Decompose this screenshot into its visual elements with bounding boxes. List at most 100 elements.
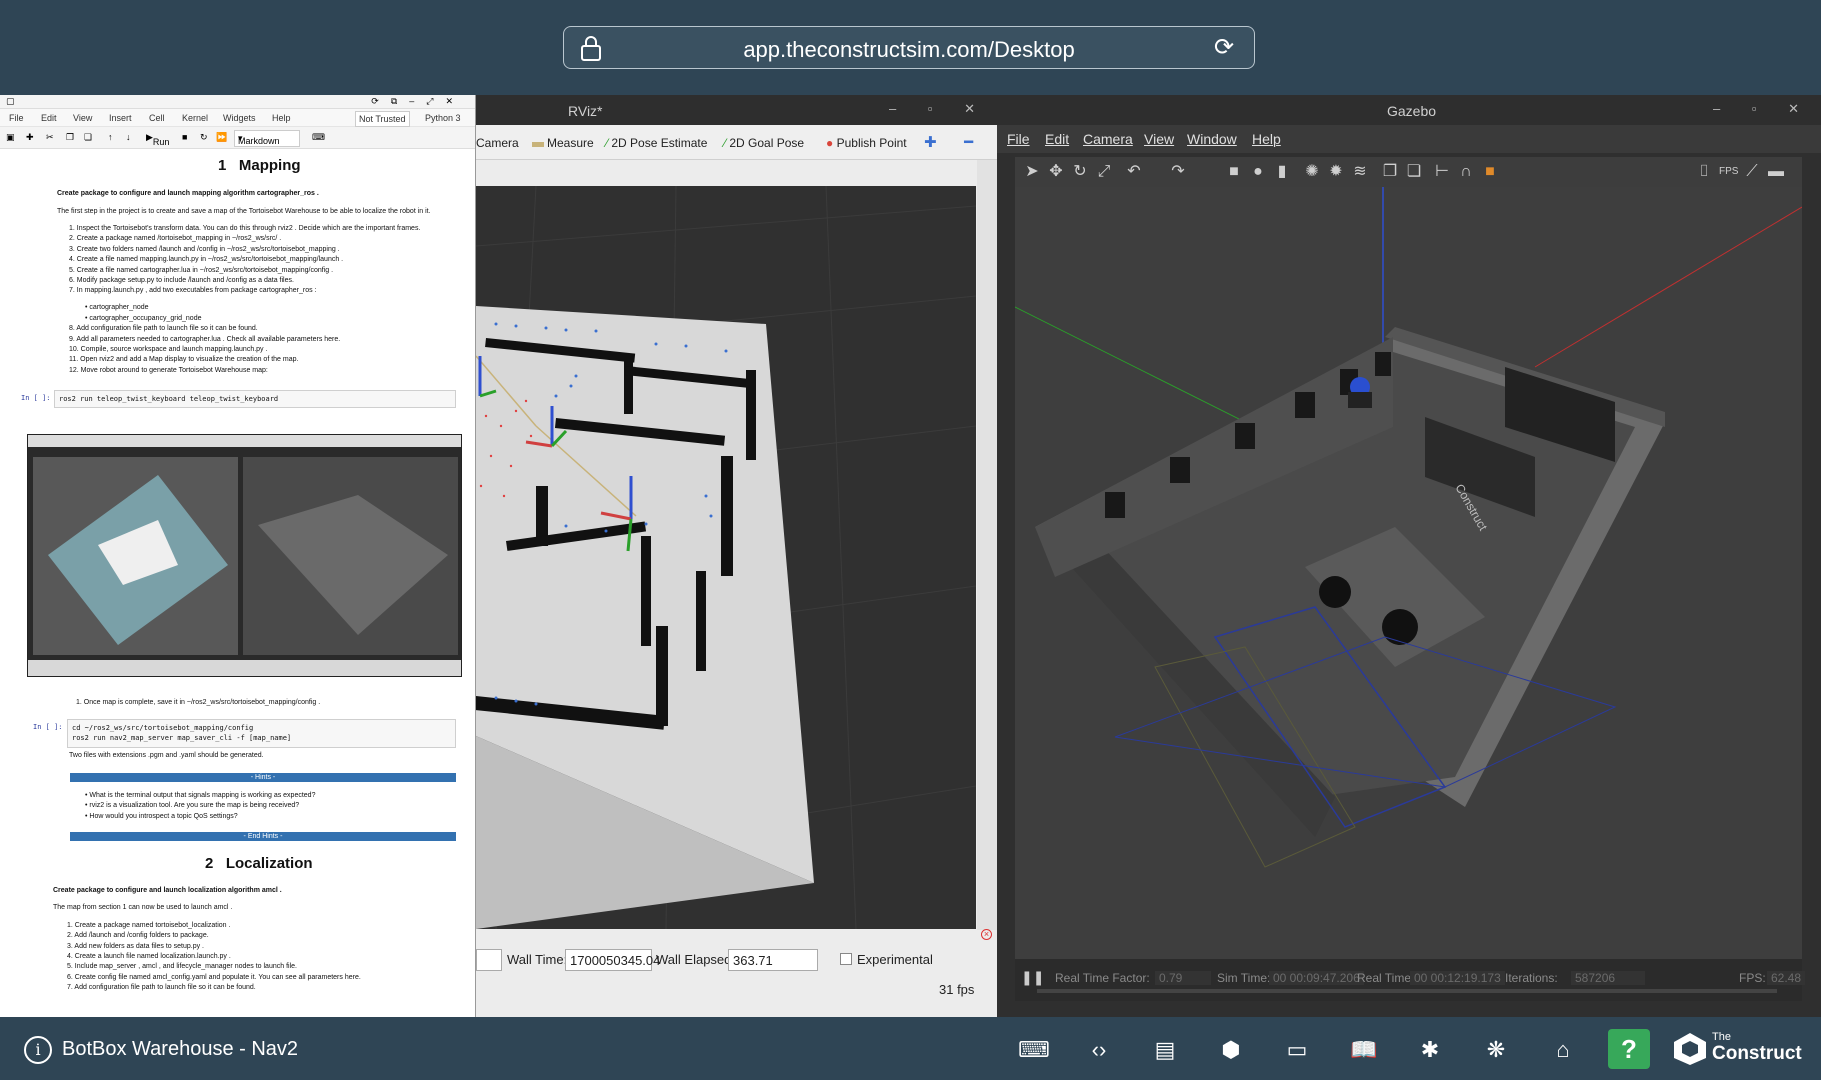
trust-badge[interactable]: Not Trusted (355, 111, 410, 127)
run-button[interactable]: ▶ Run (146, 132, 169, 147)
hints-bar[interactable]: - Hints - (70, 773, 456, 782)
directional-light-icon[interactable]: ≋ (1351, 163, 1369, 181)
rviz-toolbar: Camera Measure ⁄ 2D Pose Estimate ⁄ 2D G… (476, 125, 997, 160)
code-editor-icon[interactable]: ‹› (1085, 1036, 1113, 1064)
code-cell-prompt: In [ ]: (21, 394, 51, 402)
screenshot-icon[interactable]: ⌷ (1695, 163, 1713, 181)
the-construct-logo[interactable]: The Construct (1672, 1029, 1812, 1069)
book-icon[interactable]: 📖 (1350, 1036, 1378, 1064)
ros-time-field[interactable] (476, 949, 502, 971)
wall-elapsed-field[interactable]: 363.71 (728, 949, 818, 971)
plot-icon[interactable]: ⟋ (1743, 163, 1761, 181)
sphere-shape-icon[interactable]: ● (1249, 163, 1267, 181)
redo-icon[interactable]: ↷ (1169, 163, 1187, 181)
menu-file[interactable]: File (1007, 131, 1030, 147)
copy-icon[interactable]: ❐ (1381, 163, 1399, 181)
code-cell-map-saver[interactable]: cd ~/ros2_ws/src/tortoisebot_mapping/con… (67, 719, 456, 748)
rviz-side-panel[interactable] (977, 160, 997, 930)
nb-menu-help[interactable]: Help (272, 113, 291, 123)
experimental-label: Experimental (857, 952, 933, 967)
nb-menu-widgets[interactable]: Widgets (223, 113, 256, 123)
ai-assistant-icon[interactable]: ❋ (1482, 1036, 1510, 1064)
paste-cell-icon[interactable]: ❏ (84, 132, 92, 143)
snap-icon[interactable]: ∩ (1457, 163, 1475, 181)
fast-forward-icon[interactable]: ⏩ (216, 132, 227, 143)
add-tool-icon[interactable]: ✚ (924, 133, 937, 151)
rviz-window-controls[interactable]: – ▫ ✕ (889, 101, 989, 117)
save-icon[interactable]: ▣ (6, 132, 15, 143)
step-3: 3. Create two folders named /launch and … (69, 246, 340, 253)
goal-pose-tool[interactable]: ⁄ 2D Goal Pose (724, 136, 804, 150)
reload-icon[interactable]: ⟳ (1214, 35, 1240, 61)
stop-icon[interactable]: ■ (182, 132, 187, 142)
code-cell-teleop[interactable]: ros2 run teleop_twist_keyboard teleop_tw… (54, 390, 456, 409)
menu-view[interactable]: View (1144, 131, 1174, 147)
gazebo-3d-scene[interactable]: Construct (1015, 187, 1802, 959)
nb-menu-file[interactable]: File (9, 113, 24, 123)
experimental-checkbox[interactable] (840, 953, 852, 965)
scale-icon[interactable]: ⤢ (1095, 163, 1113, 181)
notebook-window-controls[interactable]: ⟳⧉–⤢✕ (371, 96, 465, 107)
log-icon[interactable]: FPS (1719, 163, 1738, 181)
cut-icon[interactable]: ✂ (46, 132, 54, 143)
nb-menu-edit[interactable]: Edit (41, 113, 57, 123)
rviz-title: RViz* (568, 103, 603, 119)
box-shape-icon[interactable]: ■ (1225, 163, 1243, 181)
menu-help[interactable]: Help (1252, 131, 1281, 147)
publish-point-tool[interactable]: ● Publish Point (826, 136, 907, 150)
cell-type-select[interactable]: Markdown ▾ (234, 130, 300, 147)
move-down-icon[interactable]: ↓ (126, 132, 131, 142)
end-hints-bar[interactable]: - End Hints - (70, 832, 456, 841)
camera-tool[interactable]: Camera (476, 136, 519, 150)
move-up-icon[interactable]: ↑ (108, 132, 113, 142)
green-arrow-icon: ⁄ (606, 136, 609, 150)
nb-menu-cell[interactable]: Cell (149, 113, 165, 123)
record-video-icon[interactable]: ▬ (1767, 163, 1785, 181)
desktop-icon[interactable]: ▭ (1283, 1036, 1311, 1064)
bullet-1: • cartographer_node (85, 304, 149, 311)
rviz-3d-view[interactable] (476, 186, 976, 929)
info-icon[interactable]: i (24, 1036, 52, 1064)
close-panel-icon[interactable]: × (981, 929, 992, 940)
remove-tool-icon[interactable]: ━ (964, 133, 973, 151)
paste-icon[interactable]: ❏ (1405, 163, 1423, 181)
wall-time-field[interactable]: 1700050345.04 (565, 949, 660, 971)
hint-2: • rviz2 is a visualization tool. Are you… (85, 802, 300, 809)
translate-icon[interactable]: ✥ (1047, 163, 1065, 181)
spot-light-icon[interactable]: ✹ (1327, 163, 1345, 181)
save-map-step: 1. Once map is complete, save it in ~/ro… (76, 699, 321, 706)
add-cell-icon[interactable]: ✚ (26, 132, 34, 143)
notebook-icon[interactable]: ▤ (1151, 1036, 1179, 1064)
menu-edit[interactable]: Edit (1045, 131, 1069, 147)
terminal-icon[interactable]: ⌨ (1018, 1036, 1050, 1064)
menu-window[interactable]: Window (1187, 131, 1237, 147)
pose-estimate-tool[interactable]: ⁄ 2D Pose Estimate (606, 136, 707, 150)
menu-camera[interactable]: Camera (1083, 131, 1133, 147)
restart-icon[interactable]: ↻ (200, 132, 208, 143)
cylinder-shape-icon[interactable]: ▮ (1273, 163, 1291, 181)
select-arrow-icon[interactable]: ➤ (1023, 163, 1041, 181)
gazebo-icon[interactable]: ⬢ (1217, 1036, 1245, 1064)
loc-step-7: 7. Add configuration file path to launch… (67, 984, 256, 991)
help-button[interactable]: ? (1608, 1029, 1650, 1069)
notebook-menubar: File Edit View Insert Cell Kernel Widget… (0, 109, 475, 127)
gazebo-window-controls[interactable]: – ▫ ✕ (1713, 101, 1813, 117)
measure-tool[interactable]: Measure (532, 136, 594, 150)
robot-icon[interactable]: ✱ (1416, 1036, 1444, 1064)
copy-cell-icon[interactable]: ❐ (66, 132, 74, 143)
kernel-name: Python 3 (425, 113, 461, 123)
nb-menu-kernel[interactable]: Kernel (182, 113, 208, 123)
pause-icon[interactable]: ❚❚ (1021, 969, 1044, 986)
keyboard-icon[interactable]: ⌨ (312, 132, 325, 143)
undo-icon[interactable]: ↶ (1125, 163, 1143, 181)
step-5: 5. Create a file named cartographer.lua … (69, 267, 334, 274)
align-icon[interactable]: ⊢ (1433, 163, 1451, 181)
home-icon[interactable]: ⌂ (1549, 1036, 1577, 1064)
change-view-icon[interactable]: ■ (1481, 163, 1499, 181)
address-bar[interactable]: app.theconstructsim.com/Desktop ⟳ (563, 26, 1255, 69)
rotate-icon[interactable]: ↻ (1071, 163, 1089, 181)
fps-value: 62.48 (1767, 971, 1806, 985)
nb-menu-view[interactable]: View (73, 113, 92, 123)
nb-menu-insert[interactable]: Insert (109, 113, 132, 123)
point-light-icon[interactable]: ✺ (1303, 163, 1321, 181)
